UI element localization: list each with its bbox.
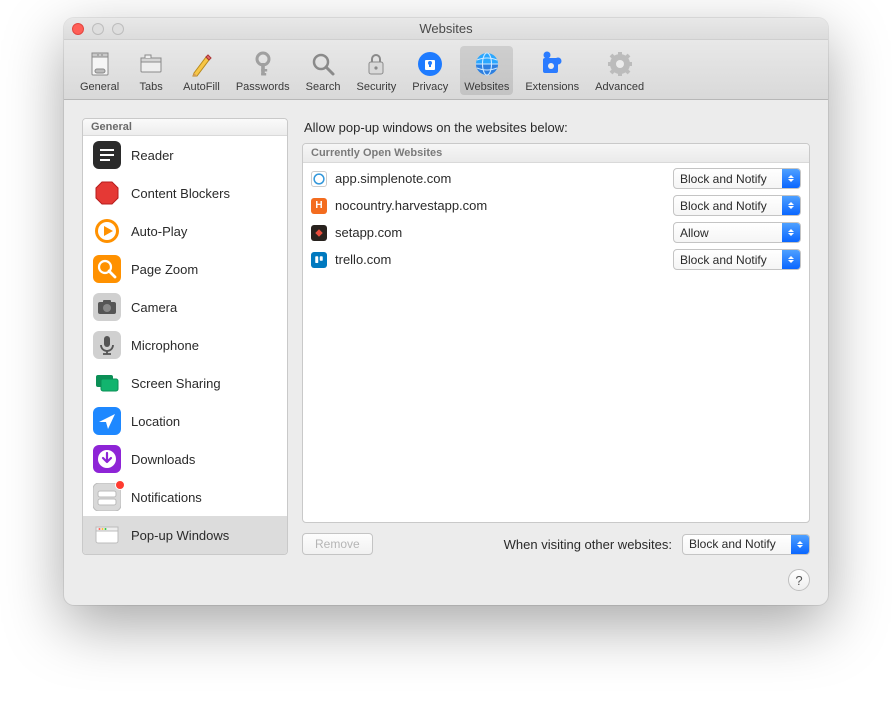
tabs-icon <box>136 49 166 79</box>
notifications-badge <box>115 480 125 490</box>
site-domain: setapp.com <box>335 225 665 240</box>
chevron-updown-icon <box>782 196 800 215</box>
settings-detail-pane: Allow pop-up windows on the websites bel… <box>302 118 810 555</box>
minimize-button[interactable] <box>92 23 104 35</box>
sidebar-item-screen-sharing[interactable]: Screen Sharing <box>83 364 287 402</box>
settings-sidebar: General Reader Content Blockers <box>82 118 288 555</box>
chevron-updown-icon <box>791 535 809 554</box>
table-row[interactable]: trello.com Block and Notify <box>303 246 809 273</box>
passwords-icon <box>248 49 278 79</box>
content-area: General Reader Content Blockers <box>64 100 828 569</box>
default-policy-label: When visiting other websites: <box>504 537 672 552</box>
table-column-header: Currently Open Websites <box>303 144 809 163</box>
reader-icon <box>93 141 121 169</box>
sidebar-item-location[interactable]: Location <box>83 402 287 440</box>
privacy-icon <box>415 49 445 79</box>
sidebar-item-auto-play[interactable]: Auto-Play <box>83 212 287 250</box>
pane-description: Allow pop-up windows on the websites bel… <box>304 120 808 135</box>
table-rows: app.simplenote.com Block and Notify H no… <box>303 163 809 522</box>
tab-websites[interactable]: Websites <box>460 46 513 95</box>
autofill-icon <box>186 49 216 79</box>
close-button[interactable] <box>72 23 84 35</box>
content-blockers-icon <box>93 179 121 207</box>
maximize-button[interactable] <box>112 23 124 35</box>
tab-autofill[interactable]: AutoFill <box>179 46 224 95</box>
camera-icon <box>93 293 121 321</box>
sidebar-item-notifications[interactable]: Notifications <box>83 478 287 516</box>
extensions-icon <box>537 49 567 79</box>
general-icon <box>85 49 115 79</box>
remove-button[interactable]: Remove <box>302 533 373 555</box>
table-row[interactable]: setapp.com Allow <box>303 219 809 246</box>
sidebar-item-reader[interactable]: Reader <box>83 136 287 174</box>
window-title: Websites <box>64 21 828 36</box>
site-favicon-simplenote <box>311 171 327 187</box>
help-row: ? <box>64 569 828 605</box>
sidebar-item-microphone[interactable]: Microphone <box>83 326 287 364</box>
sidebar-item-camera[interactable]: Camera <box>83 288 287 326</box>
policy-select[interactable]: Allow <box>673 222 801 243</box>
chevron-updown-icon <box>782 169 800 188</box>
page-zoom-icon <box>93 255 121 283</box>
screen-sharing-icon <box>93 369 121 397</box>
help-button[interactable]: ? <box>788 569 810 591</box>
policy-select[interactable]: Block and Notify <box>673 195 801 216</box>
tab-tabs[interactable]: Tabs <box>131 46 171 95</box>
site-favicon-harvest: H <box>311 198 327 214</box>
tab-security[interactable]: Security <box>352 46 400 95</box>
tab-general[interactable]: General <box>76 46 123 95</box>
tab-passwords[interactable]: Passwords <box>232 46 294 95</box>
policy-select[interactable]: Block and Notify <box>673 168 801 189</box>
sidebar-item-downloads[interactable]: Downloads <box>83 440 287 478</box>
advanced-icon <box>605 49 635 79</box>
table-row[interactable]: H nocountry.harvestapp.com Block and Not… <box>303 192 809 219</box>
policy-select[interactable]: Block and Notify <box>673 249 801 270</box>
location-icon <box>93 407 121 435</box>
preferences-toolbar: General Tabs AutoFill Passwords <box>64 40 828 100</box>
site-domain: nocountry.harvestapp.com <box>335 198 665 213</box>
table-row[interactable]: app.simplenote.com Block and Notify <box>303 165 809 192</box>
site-favicon-trello <box>311 252 327 268</box>
site-domain: app.simplenote.com <box>335 171 665 186</box>
downloads-icon <box>93 445 121 473</box>
security-icon <box>361 49 391 79</box>
sidebar-item-popup-windows[interactable]: Pop-up Windows <box>83 516 287 554</box>
site-favicon-setapp <box>311 225 327 241</box>
chevron-updown-icon <box>782 223 800 242</box>
auto-play-icon <box>93 217 121 245</box>
popup-windows-icon <box>93 521 121 549</box>
sidebar-list: Reader Content Blockers Auto-Play <box>83 136 287 554</box>
tab-privacy[interactable]: Privacy <box>408 46 452 95</box>
tab-advanced[interactable]: Advanced <box>591 46 648 95</box>
websites-table: Currently Open Websites app.simplenote.c… <box>302 143 810 523</box>
window-controls <box>72 23 124 35</box>
titlebar: Websites <box>64 18 828 40</box>
sidebar-section-header: General <box>83 119 287 136</box>
websites-icon <box>472 49 502 79</box>
preferences-window: Websites General Tabs AutoFill <box>64 18 828 605</box>
default-policy-select[interactable]: Block and Notify <box>682 534 810 555</box>
toolbar-items: General Tabs AutoFill Passwords <box>76 46 816 95</box>
sidebar-item-content-blockers[interactable]: Content Blockers <box>83 174 287 212</box>
notifications-icon <box>93 483 121 511</box>
site-domain: trello.com <box>335 252 665 267</box>
search-icon <box>308 49 338 79</box>
tab-extensions[interactable]: Extensions <box>521 46 583 95</box>
microphone-icon <box>93 331 121 359</box>
pane-footer: Remove When visiting other websites: Blo… <box>302 523 810 555</box>
sidebar-item-page-zoom[interactable]: Page Zoom <box>83 250 287 288</box>
chevron-updown-icon <box>782 250 800 269</box>
tab-search[interactable]: Search <box>302 46 345 95</box>
